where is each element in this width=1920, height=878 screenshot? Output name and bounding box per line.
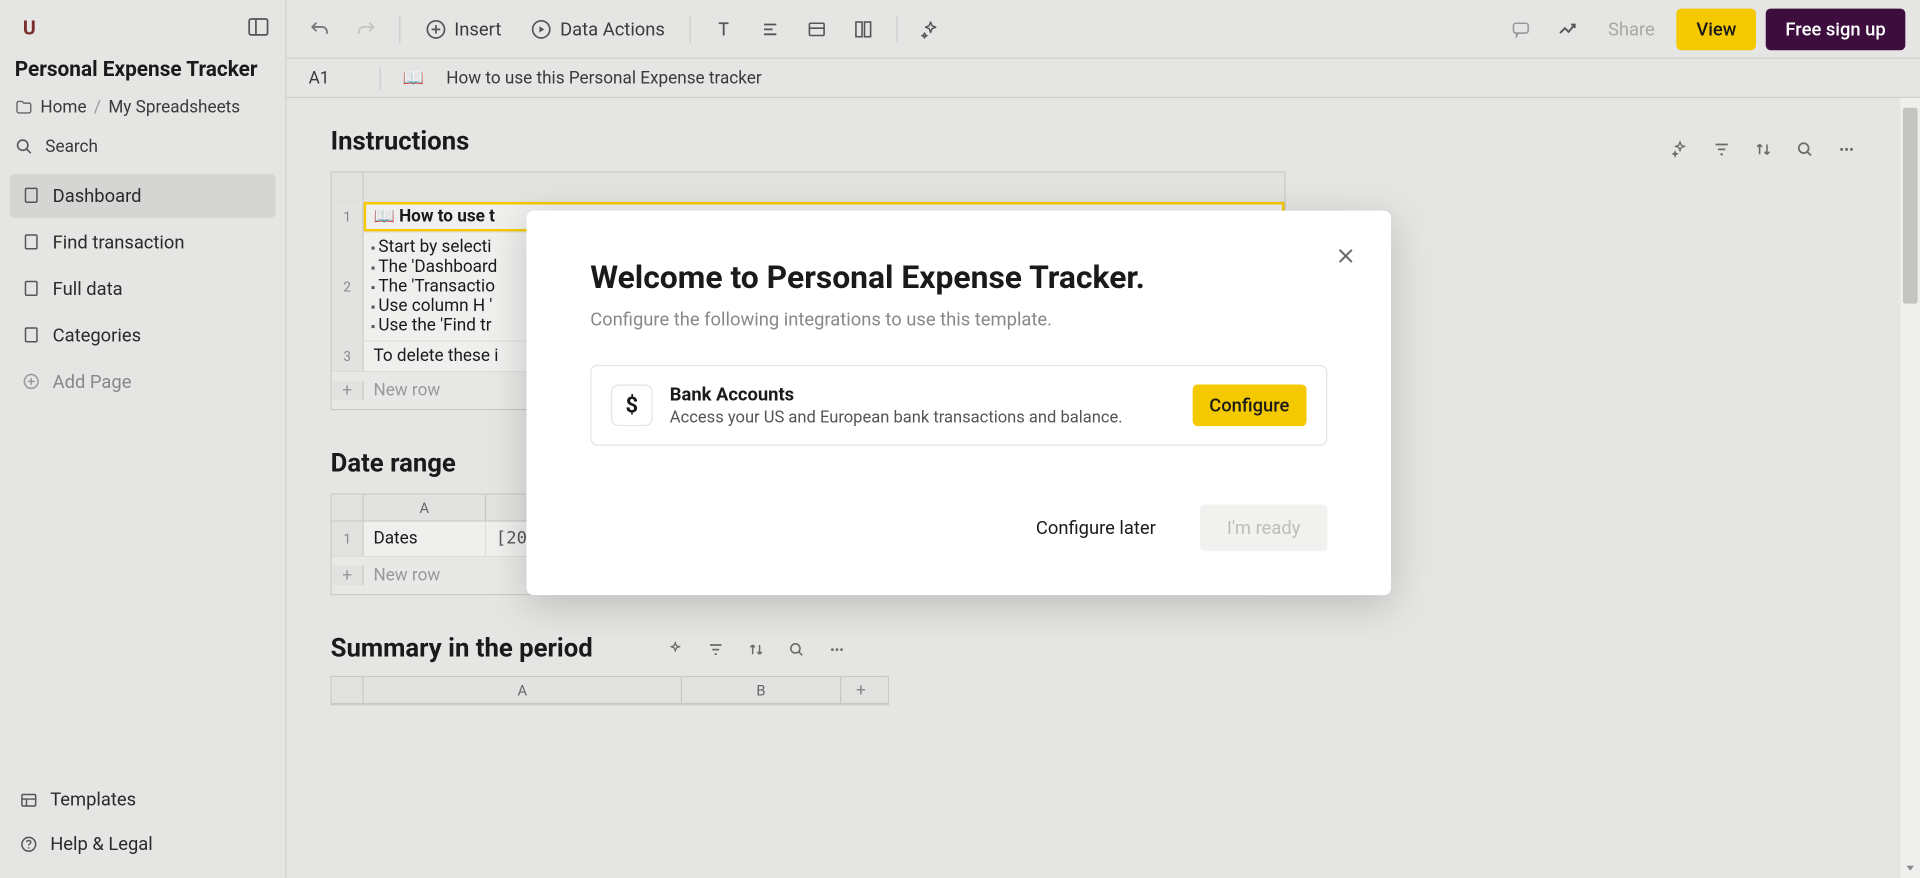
sidebar-item-categories[interactable]: Categories <box>10 313 276 357</box>
sparkle-icon[interactable] <box>1670 140 1690 160</box>
sort-icon[interactable] <box>1753 140 1773 160</box>
dollar-icon: $ <box>611 384 653 426</box>
trend-button[interactable] <box>1549 10 1586 47</box>
new-row-label: New row <box>364 566 441 586</box>
welcome-modal: Welcome to Personal Expense Tracker. Con… <box>527 211 1391 595</box>
help-label: Help & Legal <box>50 833 153 855</box>
formula-bar: A1 📖 How to use this Personal Expense tr… <box>287 59 1920 98</box>
folder-icon <box>15 98 33 116</box>
ready-button: I'm ready <box>1200 504 1327 551</box>
add-page-label: Add Page <box>53 371 132 393</box>
breadcrumb-home[interactable]: Home <box>40 98 86 118</box>
column-header[interactable]: A <box>364 677 682 703</box>
redo-button[interactable] <box>348 10 385 47</box>
columns-button[interactable] <box>845 10 882 47</box>
page-icon <box>22 326 40 344</box>
sidebar-item-label: Categories <box>53 324 141 346</box>
project-title: Personal Expense Tracker <box>10 51 276 92</box>
cell-format-button[interactable] <box>798 10 835 47</box>
sidebar-item-label: Find transaction <box>53 231 185 253</box>
filter-icon[interactable] <box>707 640 725 658</box>
panel-toggle-icon[interactable] <box>246 15 270 39</box>
add-page-button[interactable]: Add Page <box>10 360 276 404</box>
integration-title: Bank Accounts <box>670 383 1175 405</box>
filter-icon[interactable] <box>1712 140 1732 160</box>
cell-reference[interactable]: A1 <box>309 68 358 88</box>
formula-text[interactable]: How to use this Personal Expense tracker <box>446 68 761 88</box>
more-icon[interactable] <box>828 640 846 658</box>
page-icon <box>22 280 40 298</box>
scroll-thumb[interactable] <box>1903 108 1918 304</box>
insert-button[interactable]: Insert <box>415 10 511 47</box>
scrollbar[interactable] <box>1900 98 1920 878</box>
templates-icon <box>20 790 38 808</box>
data-actions-button[interactable]: Data Actions <box>521 10 675 47</box>
ai-button[interactable] <box>912 10 949 47</box>
more-icon[interactable] <box>1837 140 1857 160</box>
row-number: 1 <box>332 522 364 556</box>
modal-title: Welcome to Personal Expense Tracker. <box>590 260 1327 297</box>
sidebar-item-full-data[interactable]: Full data <box>10 267 276 311</box>
summary-table: A B + <box>331 676 889 705</box>
search-icon[interactable] <box>787 640 805 658</box>
close-icon <box>1335 245 1357 267</box>
summary-title: Summary in the period <box>331 634 593 663</box>
insert-label: Insert <box>454 18 501 40</box>
app-logo[interactable]: U <box>15 12 44 41</box>
templates-button[interactable]: Templates <box>10 778 276 822</box>
row-number: 1 <box>332 202 364 231</box>
search-label: Search <box>45 137 98 157</box>
sidebar: U Personal Expense Tracker Home / My Spr… <box>0 0 287 878</box>
plus-circle-icon <box>425 18 447 40</box>
column-header[interactable]: B <box>682 677 841 703</box>
search-icon[interactable] <box>1795 140 1815 160</box>
configure-button[interactable]: Configure <box>1192 384 1306 426</box>
templates-label: Templates <box>50 789 136 811</box>
instructions-title: Instructions <box>331 127 470 156</box>
integration-card: $ Bank Accounts Access your US and Europ… <box>590 365 1327 446</box>
sidebar-item-label: Full data <box>53 278 123 300</box>
add-column-button[interactable]: + <box>841 677 880 703</box>
signup-button[interactable]: Free sign up <box>1766 8 1906 50</box>
close-button[interactable] <box>1335 245 1357 267</box>
scroll-down-icon[interactable] <box>1903 861 1918 876</box>
undo-button[interactable] <box>301 10 338 47</box>
sort-icon[interactable] <box>747 640 765 658</box>
sidebar-item-dashboard[interactable]: Dashboard <box>10 174 276 218</box>
sparkle-icon[interactable] <box>666 640 684 658</box>
sidebar-item-find-transaction[interactable]: Find transaction <box>10 220 276 264</box>
search-icon <box>15 138 33 156</box>
share-button: Share <box>1596 10 1667 47</box>
help-icon <box>20 834 38 852</box>
help-button[interactable]: Help & Legal <box>10 822 276 866</box>
integration-desc: Access your US and European bank transac… <box>670 408 1175 428</box>
modal-subtitle: Configure the following integrations to … <box>590 309 1327 331</box>
page-icon <box>22 233 40 251</box>
breadcrumb-sep: / <box>94 98 101 118</box>
toolbar: Insert Data Actions Share View Free sign… <box>287 0 1920 59</box>
row-number: 3 <box>332 342 364 371</box>
view-button[interactable]: View <box>1677 8 1756 50</box>
plus-circle-icon <box>22 373 40 391</box>
breadcrumb-current[interactable]: My Spreadsheets <box>108 98 240 118</box>
text-format-button[interactable] <box>705 10 742 47</box>
data-actions-label: Data Actions <box>560 18 665 40</box>
row-number: 2 <box>332 233 364 341</box>
page-icon <box>22 186 40 204</box>
comment-button[interactable] <box>1503 10 1540 47</box>
new-row-label: New row <box>364 381 441 401</box>
align-button[interactable] <box>752 10 789 47</box>
breadcrumb: Home / My Spreadsheets <box>10 93 276 130</box>
sidebar-item-label: Dashboard <box>53 185 142 207</box>
configure-later-button[interactable]: Configure later <box>1016 504 1175 551</box>
play-circle-icon <box>531 18 553 40</box>
search-button[interactable]: Search <box>10 130 276 174</box>
book-icon: 📖 <box>403 68 424 88</box>
column-header[interactable]: A <box>364 495 486 521</box>
dates-label-cell[interactable]: Dates <box>364 522 486 556</box>
